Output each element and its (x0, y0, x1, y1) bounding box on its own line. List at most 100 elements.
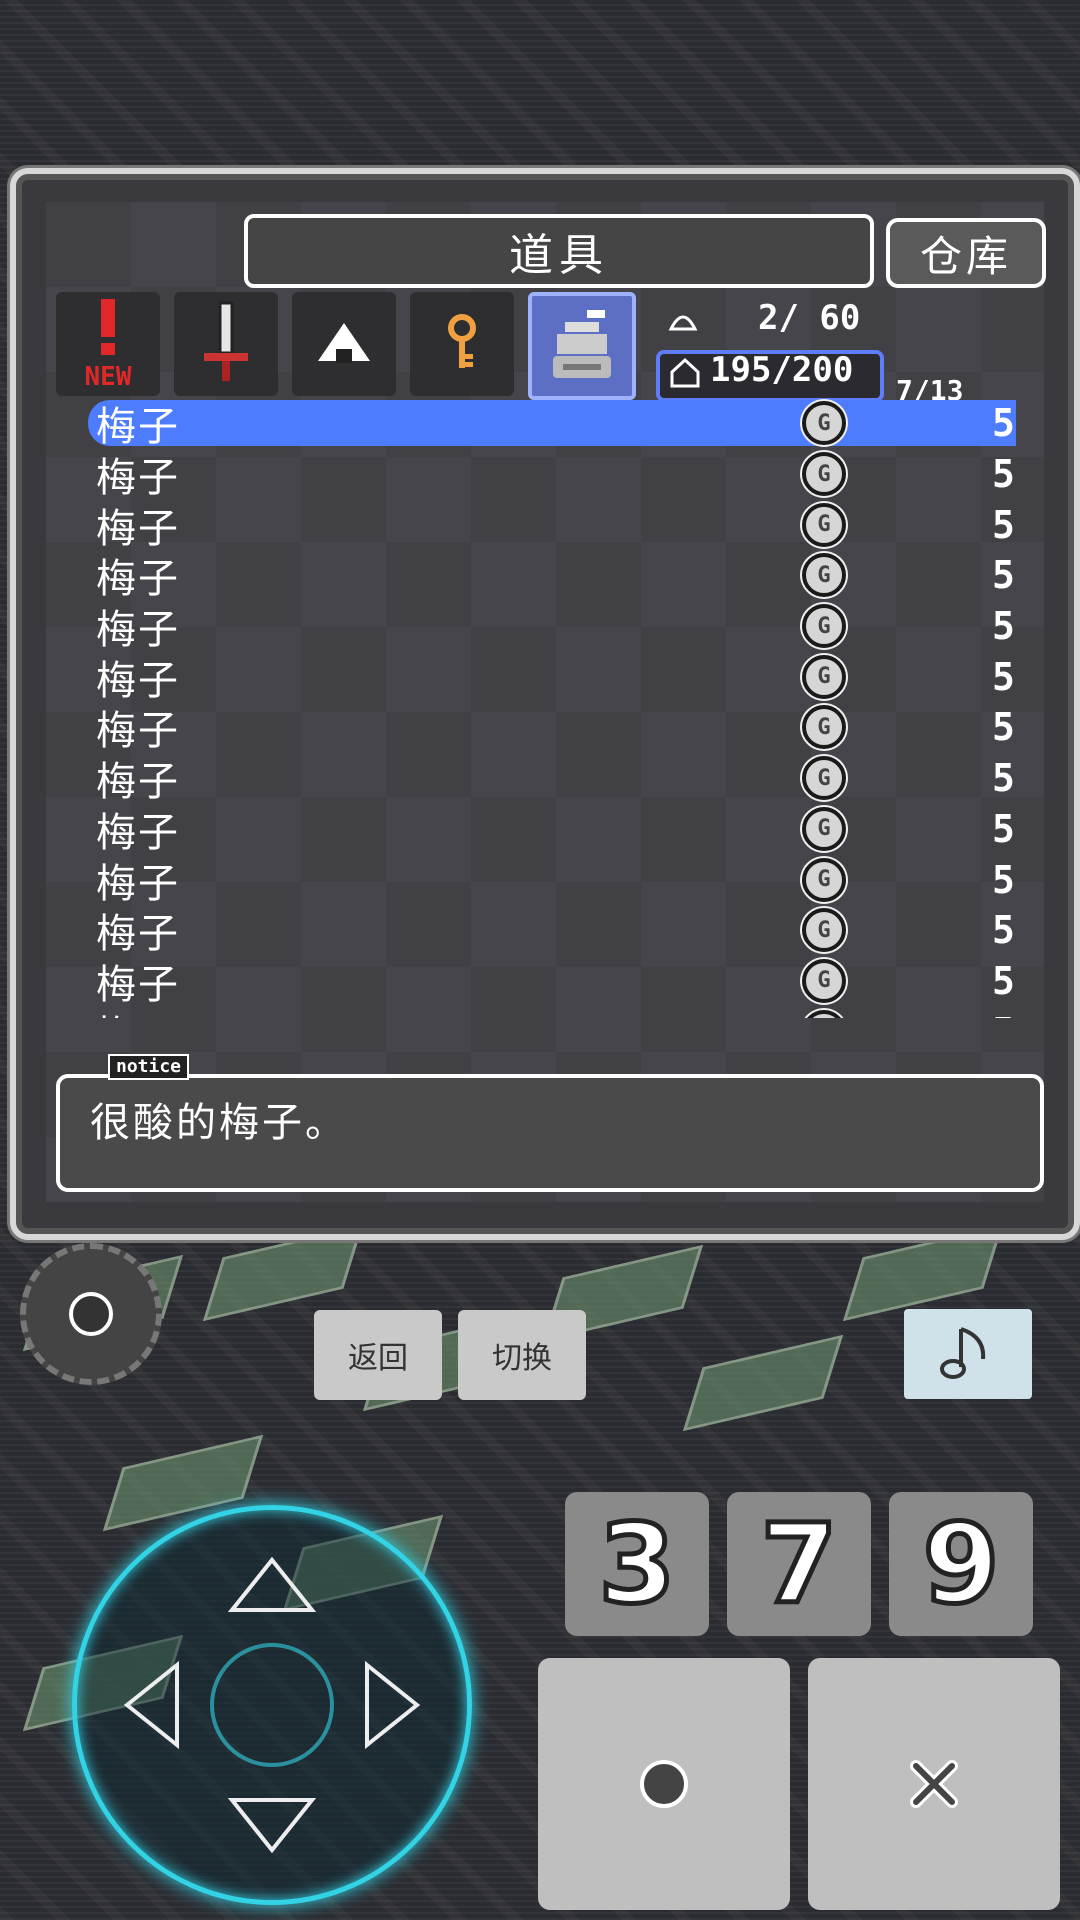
switch-button[interactable]: 切换 (458, 1310, 586, 1400)
coin-icon: G (802, 908, 846, 953)
item-price: 5 (992, 958, 1015, 1003)
sword-icon (204, 301, 248, 381)
bag-icon (668, 315, 698, 331)
description-text: 很酸的梅子。 (90, 1100, 348, 1146)
list-item[interactable]: 梅子 G 5 (46, 804, 1046, 856)
item-name: 梅子 (96, 607, 180, 654)
item-name: 梅子 (96, 708, 180, 755)
item-price: 5 (992, 756, 1015, 801)
switch-label: 切换 (492, 1341, 552, 1376)
list-item[interactable]: 梅子 G 5 (46, 651, 1046, 704)
number-3-label: 3 (596, 1498, 678, 1631)
item-price: 5 (992, 604, 1015, 649)
item-name: 梅子 (96, 809, 180, 856)
back-label: 返回 (348, 1341, 408, 1376)
item-name: 梅子 (96, 505, 180, 552)
item-list: 梅子 G 5 梅子 G 5 梅子 G 5 梅子 G 5 梅子 G 5 梅子 G 5 梅子 G 5 梅子 G 5 梅子 G 5 梅子 G 5… (46, 398, 1046, 1018)
list-item[interactable]: 梅子 G 5 (46, 601, 1046, 653)
coin-icon: G (802, 756, 846, 801)
item-price: 5 (992, 452, 1015, 497)
exclamation-icon (101, 299, 115, 355)
item-price: 5 (992, 857, 1015, 902)
title-label: 道具 (509, 230, 609, 281)
dpad-down-button[interactable] (217, 1770, 327, 1870)
item-price: 5 (992, 806, 1015, 851)
arrow-up-icon (227, 1556, 317, 1612)
tab-misc[interactable] (528, 292, 636, 400)
number-button-7[interactable]: 7 (727, 1492, 871, 1636)
item-name: 梅子 (96, 455, 180, 502)
house-icon (670, 357, 700, 388)
key-icon (448, 314, 476, 368)
item-price: 5 (992, 1010, 1015, 1018)
coin-icon: G (802, 958, 846, 1003)
cancel-button[interactable] (808, 1658, 1060, 1910)
settings-gear-button[interactable] (20, 1243, 162, 1385)
confirm-button[interactable] (538, 1658, 790, 1910)
list-item[interactable]: 梅子 G 5 (46, 499, 1046, 552)
list-item[interactable]: 梅子 G 5 (46, 702, 1046, 754)
warehouse-label: 仓库 (919, 231, 1012, 281)
coin-icon: G (802, 553, 846, 598)
music-note-icon (940, 1327, 986, 1379)
list-item[interactable]: 梅子 G 5 (46, 905, 1046, 957)
item-price: 5 (992, 553, 1015, 598)
tab-new[interactable]: NEW (56, 292, 160, 396)
item-name: 梅子 (96, 860, 180, 907)
circle-icon (640, 1760, 688, 1808)
list-item[interactable]: 梅子G5 (46, 398, 1046, 450)
dpad (72, 1505, 472, 1905)
arrow-down-icon (227, 1798, 317, 1854)
cross-icon (910, 1760, 958, 1808)
item-price: 5 (992, 502, 1015, 547)
dpad-left-button[interactable] (107, 1650, 207, 1760)
item-name: 梅子 (96, 961, 180, 1008)
list-item[interactable]: 梅子G5 (46, 449, 1046, 501)
arrow-right-icon (365, 1660, 421, 1750)
item-price: 5 (992, 908, 1015, 953)
tab-food[interactable] (292, 292, 396, 396)
coin-icon: G (802, 604, 846, 649)
list-item[interactable]: 梅子 G 5 (46, 1006, 1046, 1018)
item-name: 梅子 (96, 556, 180, 603)
warehouse-button[interactable]: 仓库 (886, 218, 1046, 288)
notice-tag: notice (108, 1054, 190, 1080)
rice-ball-icon (318, 323, 370, 363)
item-name: 梅子 (96, 1003, 180, 1018)
capacity-count: 195/200 (710, 350, 854, 390)
item-name: 梅子 (96, 657, 180, 704)
arrow-left-icon (123, 1660, 179, 1750)
item-name: 梅子 (96, 911, 180, 958)
coin-icon: G (802, 705, 846, 750)
coin-icon: G (802, 857, 846, 902)
list-item[interactable]: 梅子 G 5 (46, 854, 1046, 907)
coin-icon: G (802, 502, 846, 547)
list-item[interactable]: 梅子 G 5 (46, 956, 1046, 1008)
gear-icon (69, 1292, 113, 1336)
number-button-3[interactable]: 3 (565, 1492, 709, 1636)
back-button[interactable]: 返回 (314, 1310, 442, 1400)
coin-icon: G (802, 1009, 846, 1018)
description-box: 很酸的梅子。 (56, 1074, 1044, 1192)
new-label: NEW (84, 362, 132, 392)
coin-icon: G (802, 654, 846, 699)
number-button-9[interactable]: 9 (889, 1492, 1033, 1636)
tab-weapon[interactable] (174, 292, 278, 396)
item-name: 梅子 (96, 759, 180, 806)
number-9-label: 9 (920, 1498, 1002, 1631)
list-item[interactable]: 梅子 G 5 (46, 753, 1046, 805)
coin-icon: G (802, 806, 846, 851)
page-title: 道具 (244, 214, 874, 288)
item-price: 5 (992, 654, 1015, 699)
number-7-label: 7 (758, 1498, 840, 1631)
dpad-right-button[interactable] (337, 1650, 437, 1760)
music-button[interactable] (904, 1309, 1032, 1399)
item-price: 5 (992, 705, 1015, 750)
inventory-panel: 道具 仓库 NEW 2/ 60 195/200 7/13 梅子 G 5 梅子 G… (10, 168, 1080, 1240)
item-count: 2/ 60 (758, 298, 861, 338)
tab-key[interactable] (410, 292, 514, 396)
list-item[interactable]: 梅子 G 5 (46, 550, 1046, 602)
dpad-up-button[interactable] (217, 1540, 327, 1640)
item-price: 5 (992, 401, 1015, 446)
selection-highlight (88, 400, 1016, 446)
